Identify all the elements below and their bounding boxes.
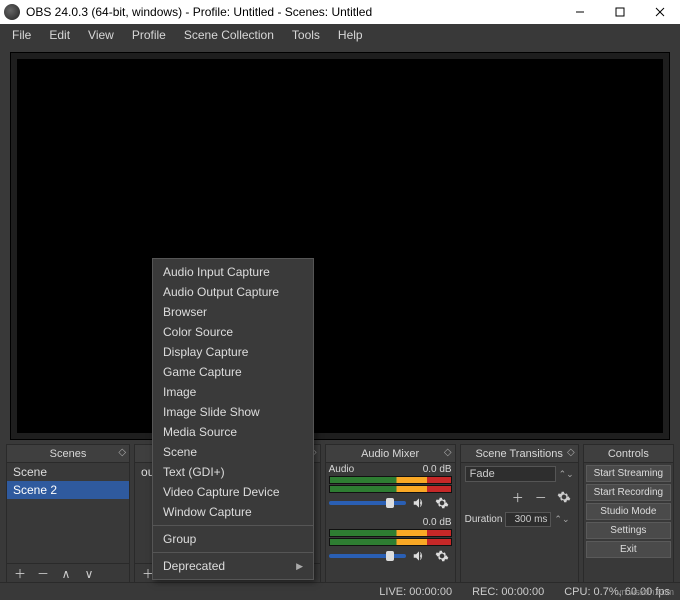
channel-level: 0.0 dB bbox=[423, 464, 452, 475]
preview-area bbox=[0, 46, 680, 444]
menu-window-capture[interactable]: Window Capture bbox=[153, 502, 313, 522]
menu-separator bbox=[153, 552, 313, 553]
menu-video-capture-device[interactable]: Video Capture Device bbox=[153, 482, 313, 502]
menu-file[interactable]: File bbox=[4, 25, 39, 45]
menu-group[interactable]: Group bbox=[153, 529, 313, 549]
obs-app-icon bbox=[4, 4, 20, 20]
channel-level: 0.0 dB bbox=[423, 517, 452, 528]
status-live: LIVE: 00:00:00 bbox=[379, 586, 452, 598]
mixer-header[interactable]: Audio Mixer ◇ bbox=[326, 445, 455, 463]
start-recording-button[interactable]: Start Recording bbox=[586, 484, 671, 501]
scenes-toolbar: ＋ － ∧ ∨ bbox=[7, 563, 129, 583]
studio-mode-button[interactable]: Studio Mode bbox=[586, 503, 671, 520]
menu-scene-collection[interactable]: Scene Collection bbox=[176, 25, 282, 45]
duration-input[interactable] bbox=[505, 512, 551, 527]
preview-canvas[interactable] bbox=[10, 52, 670, 440]
transitions-title: Scene Transitions bbox=[475, 448, 562, 460]
scene-down-button[interactable]: ∨ bbox=[79, 565, 99, 583]
menu-view[interactable]: View bbox=[80, 25, 122, 45]
transition-settings-button[interactable] bbox=[554, 488, 574, 506]
menu-color-source[interactable]: Color Source bbox=[153, 322, 313, 342]
window-titlebar: OBS 24.0.3 (64-bit, windows) - Profile: … bbox=[0, 0, 680, 24]
menu-text-gdi[interactable]: Text (GDI+) bbox=[153, 462, 313, 482]
window-controls bbox=[560, 0, 680, 24]
menu-audio-input-capture[interactable]: Audio Input Capture bbox=[153, 262, 313, 282]
add-source-context-menu: Audio Input Capture Audio Output Capture… bbox=[152, 258, 314, 580]
scene-item[interactable]: Scene 2 bbox=[7, 481, 129, 499]
volume-slider[interactable] bbox=[329, 554, 406, 558]
add-scene-button[interactable]: ＋ bbox=[10, 565, 30, 583]
transitions-panel: Scene Transitions ◇ Fade ⌃⌄ ＋ － Duration… bbox=[460, 444, 579, 584]
controls-title: Controls bbox=[608, 448, 649, 460]
mixer-title: Audio Mixer bbox=[361, 448, 419, 460]
start-streaming-button[interactable]: Start Streaming bbox=[586, 465, 671, 482]
speaker-icon[interactable] bbox=[409, 494, 429, 512]
audio-meter bbox=[329, 538, 452, 546]
channel-settings-icon[interactable] bbox=[432, 547, 452, 565]
maximize-button[interactable] bbox=[600, 0, 640, 24]
menu-tools[interactable]: Tools bbox=[284, 25, 328, 45]
undock-icon[interactable]: ◇ bbox=[444, 447, 452, 458]
menu-deprecated[interactable]: Deprecated ▶ bbox=[153, 556, 313, 576]
menu-display-capture[interactable]: Display Capture bbox=[153, 342, 313, 362]
menu-separator bbox=[153, 525, 313, 526]
controls-panel: Controls Start Streaming Start Recording… bbox=[583, 444, 674, 584]
speaker-icon[interactable] bbox=[409, 547, 429, 565]
stepper-icon[interactable]: ⌃⌄ bbox=[554, 514, 569, 525]
menu-edit[interactable]: Edit bbox=[41, 25, 78, 45]
minimize-button[interactable] bbox=[560, 0, 600, 24]
duration-label: Duration bbox=[465, 514, 503, 525]
controls-body: Start Streaming Start Recording Studio M… bbox=[584, 463, 673, 583]
menu-profile[interactable]: Profile bbox=[124, 25, 174, 45]
status-rec: REC: 00:00:00 bbox=[472, 586, 544, 598]
mixer-body: Audio 0.0 dB 0.0 dB bbox=[326, 463, 455, 583]
mixer-channel: Audio 0.0 dB bbox=[326, 463, 455, 516]
scenes-header[interactable]: Scenes ◇ bbox=[7, 445, 129, 463]
menu-scene[interactable]: Scene bbox=[153, 442, 313, 462]
scenes-list[interactable]: Scene Scene 2 bbox=[7, 463, 129, 563]
undock-icon[interactable]: ◇ bbox=[567, 447, 575, 458]
settings-button[interactable]: Settings bbox=[586, 522, 671, 539]
window-title: OBS 24.0.3 (64-bit, windows) - Profile: … bbox=[26, 5, 560, 19]
menu-deprecated-label: Deprecated bbox=[163, 559, 225, 573]
add-transition-button[interactable]: ＋ bbox=[508, 488, 528, 506]
audio-meter bbox=[329, 485, 452, 493]
channel-label: Audio bbox=[329, 464, 355, 475]
menubar: File Edit View Profile Scene Collection … bbox=[0, 24, 680, 46]
preview-inner bbox=[17, 59, 663, 433]
scenes-title: Scenes bbox=[50, 448, 87, 460]
dock-panels: Scenes ◇ Scene Scene 2 ＋ － ∧ ∨ Sources ◇… bbox=[0, 444, 680, 584]
scene-up-button[interactable]: ∧ bbox=[56, 565, 76, 583]
mixer-channel: 0.0 dB bbox=[326, 516, 455, 569]
menu-browser[interactable]: Browser bbox=[153, 302, 313, 322]
watermark: vn.wsxdn.com bbox=[617, 587, 674, 597]
submenu-arrow-icon: ▶ bbox=[296, 561, 303, 572]
select-arrow-icon: ⌃⌄ bbox=[559, 469, 574, 480]
audio-meter bbox=[329, 529, 452, 537]
transition-select[interactable]: Fade bbox=[465, 466, 556, 482]
menu-media-source[interactable]: Media Source bbox=[153, 422, 313, 442]
remove-scene-button[interactable]: － bbox=[33, 565, 53, 583]
audio-meter bbox=[329, 476, 452, 484]
mixer-panel: Audio Mixer ◇ Audio 0.0 dB bbox=[325, 444, 456, 584]
statusbar: LIVE: 00:00:00 REC: 00:00:00 CPU: 0.7%, … bbox=[0, 582, 680, 600]
scenes-panel: Scenes ◇ Scene Scene 2 ＋ － ∧ ∨ bbox=[6, 444, 130, 584]
exit-button[interactable]: Exit bbox=[586, 541, 671, 558]
undock-icon[interactable]: ◇ bbox=[118, 447, 126, 458]
menu-help[interactable]: Help bbox=[330, 25, 371, 45]
remove-transition-button[interactable]: － bbox=[531, 488, 551, 506]
volume-slider[interactable] bbox=[329, 501, 406, 505]
menu-image[interactable]: Image bbox=[153, 382, 313, 402]
transitions-header[interactable]: Scene Transitions ◇ bbox=[461, 445, 578, 463]
transitions-body: Fade ⌃⌄ ＋ － Duration ⌃⌄ bbox=[461, 463, 578, 583]
scene-item[interactable]: Scene bbox=[7, 463, 129, 481]
close-button[interactable] bbox=[640, 0, 680, 24]
menu-game-capture[interactable]: Game Capture bbox=[153, 362, 313, 382]
menu-audio-output-capture[interactable]: Audio Output Capture bbox=[153, 282, 313, 302]
channel-settings-icon[interactable] bbox=[432, 494, 452, 512]
menu-image-slide-show[interactable]: Image Slide Show bbox=[153, 402, 313, 422]
controls-header[interactable]: Controls bbox=[584, 445, 673, 463]
